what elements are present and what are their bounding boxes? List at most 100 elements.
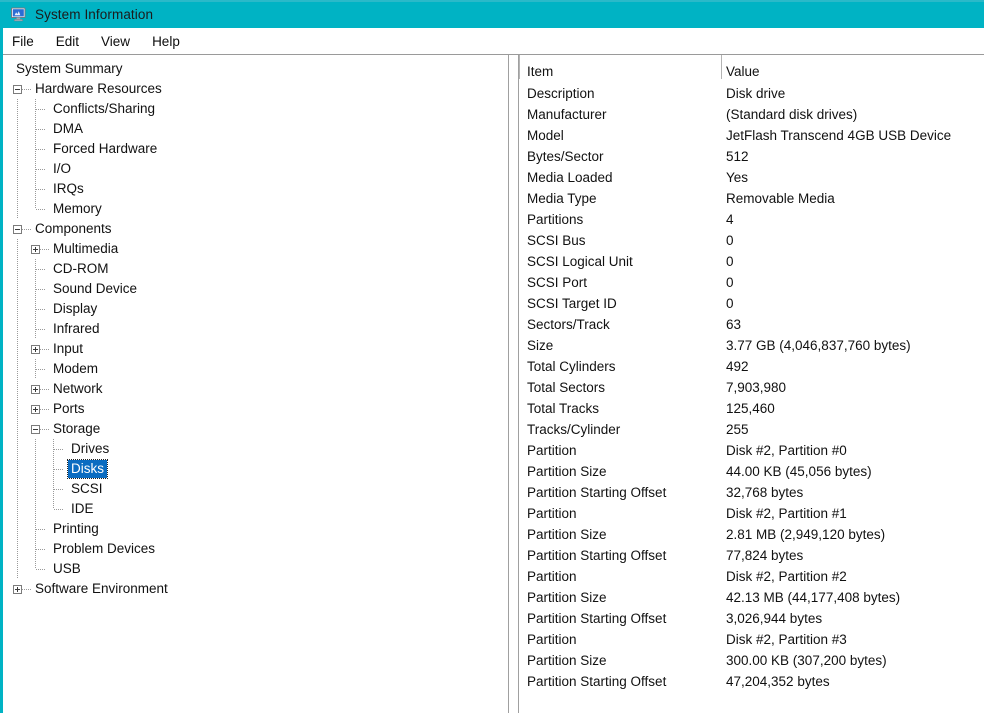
details-value-cell: 63: [726, 317, 742, 332]
tree-item-label: USB: [53, 561, 81, 576]
collapse-icon[interactable]: [31, 424, 40, 434]
tree-item-label: Conflicts/Sharing: [53, 101, 156, 116]
details-row[interactable]: Manufacturer (Standard disk drives): [519, 104, 984, 125]
details-row[interactable]: SCSI Target ID 0: [519, 293, 984, 314]
tree-item-display[interactable]: Display: [3, 299, 508, 319]
details-row[interactable]: Media Type Removable Media: [519, 188, 984, 209]
tree-item-multimedia[interactable]: Multimedia: [3, 239, 508, 259]
details-value-cell: 42.13 MB (44,177,408 bytes): [726, 590, 901, 605]
details-item-cell: Partition Starting Offset: [527, 674, 667, 689]
tree-indent: [3, 319, 31, 339]
expand-icon[interactable]: [13, 584, 22, 594]
tree-item-infrared[interactable]: Infrared: [3, 319, 508, 339]
menu-item-view[interactable]: View: [101, 32, 140, 51]
expand-icon[interactable]: [31, 384, 40, 394]
tree-indent: [3, 519, 31, 539]
details-row[interactable]: Partition Starting Offset 77,824 bytes: [519, 545, 984, 566]
tree-indent: [3, 179, 31, 199]
details-item-cell: SCSI Port: [527, 275, 588, 290]
menu-bar[interactable]: File Edit View Help: [3, 28, 984, 54]
tree-item-label: Drives: [71, 441, 110, 456]
tree-item-components[interactable]: Components: [3, 219, 508, 239]
tree-indent: [3, 119, 31, 139]
pane-splitter[interactable]: [509, 55, 519, 713]
menu-item-file[interactable]: File: [12, 32, 44, 51]
details-row[interactable]: SCSI Port 0: [519, 272, 984, 293]
details-rows-container: Description Disk drive Manufacturer (Standa…: [519, 83, 984, 692]
details-item-cell: Tracks/Cylinder: [527, 422, 621, 437]
details-row[interactable]: Partition Disk #2, Partition #2: [519, 566, 984, 587]
details-row[interactable]: Media Loaded Yes: [519, 167, 984, 188]
details-row[interactable]: Partition Size 2.81 MB (2,949,120 bytes): [519, 524, 984, 545]
tree-connector: [31, 279, 50, 299]
tree-item-storage[interactable]: Storage: [3, 419, 508, 439]
expand-icon[interactable]: [31, 344, 40, 354]
tree-item-ide[interactable]: IDE: [3, 499, 508, 519]
details-row[interactable]: Description Disk drive: [519, 83, 984, 104]
tree-item-disks[interactable]: Disks: [3, 459, 508, 479]
tree-item-conflicts-sharing[interactable]: Conflicts/Sharing: [3, 99, 508, 119]
details-row[interactable]: Size 3.77 GB (4,046,837,760 bytes): [519, 335, 984, 356]
tree-item-cd-rom[interactable]: CD-ROM: [3, 259, 508, 279]
details-row[interactable]: Partition Disk #2, Partition #3: [519, 629, 984, 650]
details-row[interactable]: Sectors/Track 63: [519, 314, 984, 335]
details-item-cell: Partition Starting Offset: [527, 611, 667, 626]
tree-item-network[interactable]: Network: [3, 379, 508, 399]
tree-item-software-environment[interactable]: Software Environment: [3, 579, 508, 599]
tree-item-hardware-resources[interactable]: Hardware Resources: [3, 79, 508, 99]
tree-item-memory[interactable]: Memory: [3, 199, 508, 219]
tree-item-ports[interactable]: Ports: [3, 399, 508, 419]
menu-item-help[interactable]: Help: [152, 32, 190, 51]
details-row[interactable]: SCSI Bus 0: [519, 230, 984, 251]
expand-icon[interactable]: [31, 404, 40, 414]
details-row[interactable]: SCSI Logical Unit 0: [519, 251, 984, 272]
tree-item-forced-hardware[interactable]: Forced Hardware: [3, 139, 508, 159]
tree-indent: [3, 239, 31, 259]
tree-item-label: Ports: [53, 401, 85, 416]
details-value-cell: Disk #2, Partition #1: [726, 506, 847, 521]
tree-item-drives[interactable]: Drives: [3, 439, 508, 459]
menu-item-edit[interactable]: Edit: [56, 32, 89, 51]
details-row[interactable]: Partition Disk #2, Partition #1: [519, 503, 984, 524]
column-header-value[interactable]: Value: [721, 64, 984, 79]
details-row[interactable]: Tracks/Cylinder 255: [519, 419, 984, 440]
details-row[interactable]: Partition Size 44.00 KB (45,056 bytes): [519, 461, 984, 482]
tree-item-usb[interactable]: USB: [3, 559, 508, 579]
details-row[interactable]: Partitions 4: [519, 209, 984, 230]
details-row[interactable]: Total Cylinders 492: [519, 356, 984, 377]
tree-item-irqs[interactable]: IRQs: [3, 179, 508, 199]
tree-item-label: Modem: [53, 361, 99, 376]
details-row[interactable]: Partition Disk #2, Partition #0: [519, 440, 984, 461]
title-bar: System Information: [0, 0, 984, 28]
column-header-item[interactable]: Item: [519, 64, 721, 79]
collapse-icon[interactable]: [13, 224, 22, 234]
tree-item-printing[interactable]: Printing: [3, 519, 508, 539]
tree-item-modem[interactable]: Modem: [3, 359, 508, 379]
tree-item-label: SCSI: [71, 481, 103, 496]
tree-item-problem-devices[interactable]: Problem Devices: [3, 539, 508, 559]
details-row[interactable]: Partition Starting Offset 32,768 bytes: [519, 482, 984, 503]
details-row[interactable]: Partition Size 42.13 MB (44,177,408 bytes…: [519, 587, 984, 608]
tree-item-i-o[interactable]: I/O: [3, 159, 508, 179]
details-row[interactable]: Model JetFlash Transcend 4GB USB Device: [519, 125, 984, 146]
details-value-cell: 47,204,352 bytes: [726, 674, 830, 689]
details-row[interactable]: Total Sectors 7,903,980: [519, 377, 984, 398]
expand-icon[interactable]: [31, 244, 40, 254]
details-row[interactable]: Bytes/Sector 512: [519, 146, 984, 167]
tree-indent: [3, 339, 31, 359]
tree-item-input[interactable]: Input: [3, 339, 508, 359]
tree-item-dma[interactable]: DMA: [3, 119, 508, 139]
details-value-cell: 7,903,980: [726, 380, 787, 395]
details-list[interactable]: Item Value Description Disk drive Manufact…: [519, 55, 984, 713]
tree-item-scsi[interactable]: SCSI: [3, 479, 508, 499]
details-row[interactable]: Total Tracks 125,460: [519, 398, 984, 419]
details-row[interactable]: Partition Starting Offset 3,026,944 bytes: [519, 608, 984, 629]
tree-item-system-summary[interactable]: System Summary: [3, 59, 508, 79]
tree-connector: [40, 408, 50, 410]
details-row[interactable]: Partition Size 300.00 KB (307,200 bytes): [519, 650, 984, 671]
details-item-cell: SCSI Logical Unit: [527, 254, 633, 269]
tree-item-sound-device[interactable]: Sound Device: [3, 279, 508, 299]
details-row[interactable]: Partition Starting Offset 47,204,352 byte…: [519, 671, 984, 692]
collapse-icon[interactable]: [13, 84, 22, 94]
navigation-tree[interactable]: System Summary Hardware Resources Conflict…: [3, 55, 509, 713]
